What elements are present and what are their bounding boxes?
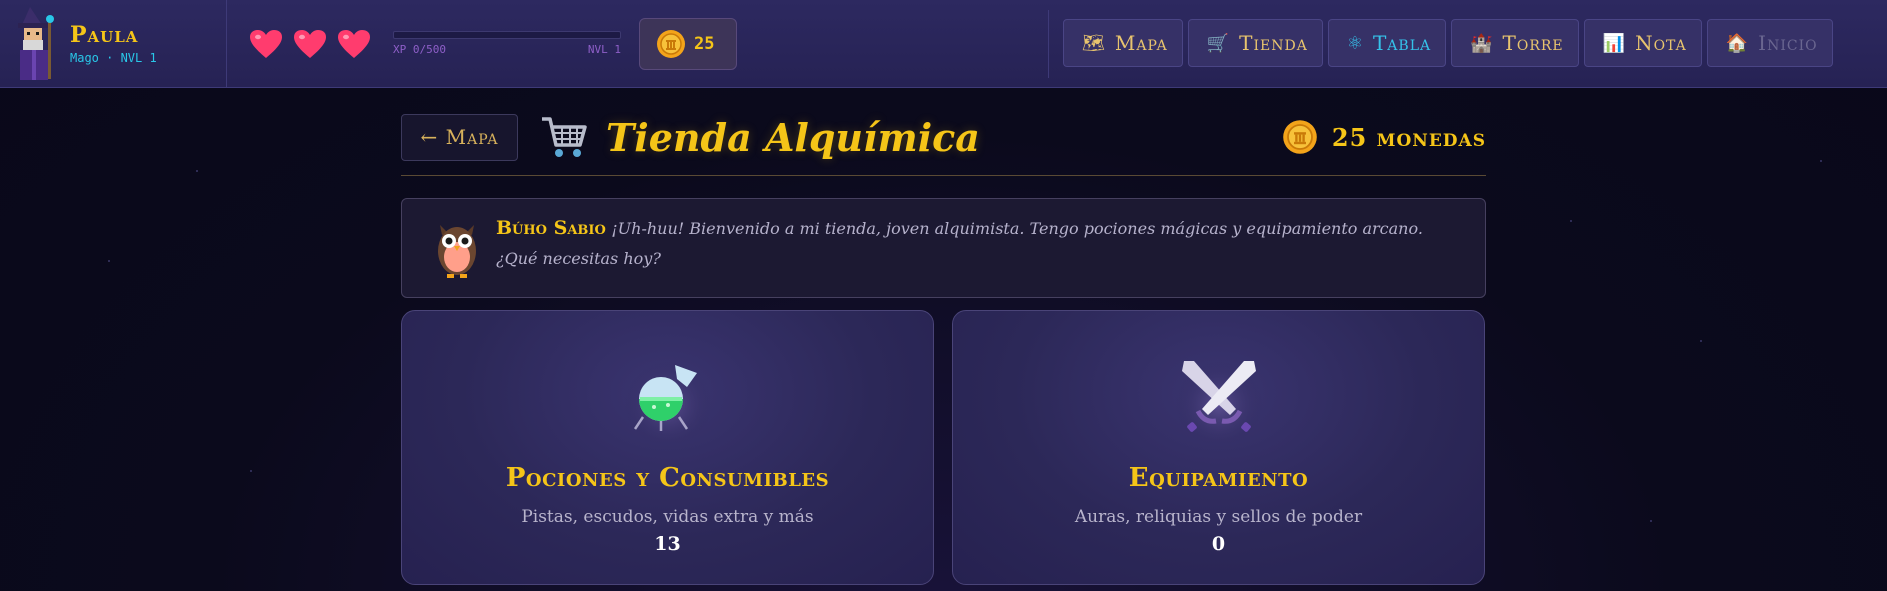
card-description: Pistas, escudos, vidas extra y más [521,507,814,527]
owl-icon [438,225,476,278]
coin-counter: 25 [639,17,737,70]
heart-icon [250,29,282,58]
nav-nota[interactable]: 📊 Nota [1583,19,1702,67]
category-card-equipment[interactable]: Equipamiento Auras, reliquias y sellos d… [952,310,1485,585]
nav-tienda[interactable]: 🛒 Tienda [1187,19,1323,67]
shop-main: ← Mapa Tienda Alquímica 25 monedas Búho … [401,107,1486,585]
home-icon: 🏠 [1725,32,1750,54]
xp-level: NVL 1 [587,43,621,56]
card-title: Pociones y Consumibles [505,463,830,493]
card-count: 13 [654,533,681,555]
page-title: Tienda Alquímica [606,114,980,160]
card-description: Auras, reliquias y sellos de poder [1074,507,1363,527]
heart-icon [294,29,326,58]
nav-divider [1048,10,1049,78]
nav-tabla[interactable]: ⚛ Tabla [1327,19,1447,67]
xp-bar [393,31,621,39]
potion-icon [623,357,712,443]
star [196,170,198,172]
xp-label: XP 0/500 [393,43,446,56]
owl-message: ¡Uh-huu! Bienvenido a mi tienda, joven a… [496,219,1423,268]
shopping-cart-icon [542,117,587,157]
owl-dialog: Búho Sabio ¡Uh-huu! Bienvenido a mi tien… [401,198,1486,298]
nav-label: Nota [1635,31,1687,55]
cart-icon: 🛒 [1206,32,1231,54]
chart-icon: 📊 [1602,32,1627,54]
castle-icon: 🏰 [1470,32,1494,54]
coin-count: 25 [694,33,715,54]
card-title: Equipamiento [1128,463,1309,493]
top-bar: Paula Mago · NVL 1 XP 0/500 NVL 1 25 🗺 Ma… [0,0,1887,88]
nav-label: Tabla [1372,31,1432,55]
main-nav: 🗺 Mapa 🛒 Tienda ⚛ Tabla 🏰 Torre 📊 Nota 🏠 Inici… [1063,19,1833,67]
wizard-icon [18,6,54,80]
nav-label: Inicio [1758,31,1818,55]
category-card-potions[interactable]: Pociones y Consumibles Pistas, escudos, … [401,310,934,585]
star [1820,160,1822,162]
coin-icon [657,29,685,58]
heart-icon [338,29,370,58]
crossed-swords-icon [1174,357,1263,443]
category-cards: Pociones y Consumibles Pistas, escudos, … [401,310,1486,585]
star [108,260,110,262]
card-count: 0 [1211,533,1226,555]
star [1570,220,1572,222]
money-label: 25 monedas [1331,122,1486,152]
nav-inicio[interactable]: 🏠 Inicio [1706,19,1833,67]
star [250,470,252,472]
player-panel: Paula Mago · NVL 1 [0,0,227,88]
nav-torre[interactable]: 🏰 Torre [1451,19,1579,67]
coin-icon [1283,120,1317,154]
star [1650,520,1652,522]
nav-label: Mapa [1114,31,1168,55]
header-divider [401,175,1486,176]
player-class-level: Mago · NVL 1 [70,51,157,65]
player-name: Paula [70,22,139,48]
star [1700,340,1702,342]
xp-meter: XP 0/500 NVL 1 [393,31,621,56]
nav-label: Tienda [1239,31,1308,55]
nav-mapa[interactable]: 🗺 Mapa [1063,19,1183,67]
owl-name: Búho Sabio [496,217,606,239]
lives [249,29,371,59]
back-to-map-button[interactable]: ← Mapa [401,113,518,161]
money-display: 25 monedas [1282,119,1486,155]
atom-icon: ⚛ [1346,32,1364,54]
map-icon: 🗺 [1082,32,1106,54]
nav-label: Torre [1502,31,1564,55]
shop-header: ← Mapa Tienda Alquímica 25 monedas [401,107,1486,167]
